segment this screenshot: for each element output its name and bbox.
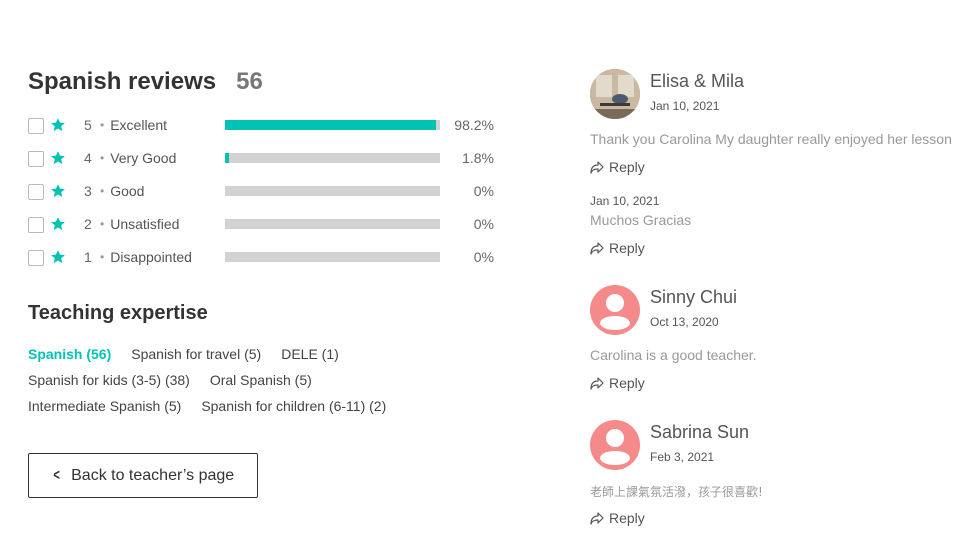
review-text: Carolina is a good teacher. — [590, 347, 757, 363]
rating-stars-value: 1 — [84, 249, 92, 265]
user-icon — [600, 429, 630, 465]
review-date: Feb 3, 2021 — [650, 450, 715, 464]
rating-bar — [225, 252, 440, 262]
user-icon — [600, 294, 630, 330]
review-text: 老師上課氣氛活潑，孩子很喜歡! — [590, 485, 763, 499]
reply-label: Reply — [609, 240, 645, 256]
rating-stars-value: 2 — [84, 216, 92, 232]
expertise-tag[interactable]: Spanish (56) — [28, 346, 111, 372]
chevron-left-icon: < — [53, 466, 60, 484]
expertise-tag[interactable]: DELE (1) — [281, 346, 339, 372]
rating-filter-checkbox[interactable] — [28, 217, 44, 233]
rating-filter-checkbox[interactable] — [28, 151, 44, 167]
rating-bar — [225, 153, 440, 163]
reply-button[interactable]: Reply — [590, 159, 645, 175]
star-icon — [51, 250, 65, 264]
rating-row: 1 • Disappointed 0% — [28, 247, 498, 267]
star-icon — [51, 217, 65, 231]
reviewer-name: Elisa & Mila — [650, 71, 745, 91]
separator-dot: • — [100, 250, 105, 264]
separator-dot: • — [100, 184, 105, 198]
avatar[interactable] — [590, 285, 640, 335]
reply-icon — [590, 377, 604, 390]
separator-dot: • — [100, 151, 105, 165]
review-date: Oct 13, 2020 — [650, 315, 719, 329]
rating-row: 5 • Excellent 98.2% — [28, 115, 498, 135]
rating-bar-fill — [225, 120, 437, 130]
separator-dot: • — [100, 217, 105, 231]
rating-bar — [225, 186, 440, 196]
rating-bar — [225, 120, 440, 130]
rating-stars-value: 3 — [84, 183, 92, 199]
rating-filter-checkbox[interactable] — [28, 118, 44, 134]
expertise-tag[interactable]: Spanish for children (6-11) (2) — [201, 398, 386, 424]
rating-filter-checkbox[interactable] — [28, 184, 44, 200]
avatar[interactable] — [590, 420, 640, 470]
reviews-count: 56 — [236, 68, 263, 95]
reply-icon — [590, 161, 604, 174]
star-icon — [51, 151, 65, 165]
reviewer-name: Sinny Chui — [650, 287, 738, 307]
expertise-tags: Spanish (56) Spanish for travel (5) DELE (… — [28, 346, 508, 424]
expertise-title: Teaching expertise — [28, 302, 208, 324]
review-list: Elisa & Mila Jan 10, 2021 Thank you Caro… — [590, 0, 960, 550]
rating-percent: 1.8% — [462, 150, 494, 166]
expertise-tag[interactable]: Spanish for kids (3-5) (38) — [28, 372, 190, 398]
rating-bar-fill — [225, 153, 229, 163]
rating-bar — [225, 219, 440, 229]
review-text: Thank you Carolina My daughter really en… — [590, 131, 952, 147]
rating-label: Unsatisfied — [110, 216, 180, 232]
expertise-tag[interactable]: Intermediate Spanish (5) — [28, 398, 181, 424]
rating-label: Good — [110, 183, 145, 199]
rating-row: 4 • Very Good 1.8% — [28, 148, 498, 168]
rating-percent: 0% — [473, 249, 494, 265]
rating-percent: 0% — [473, 183, 494, 199]
expertise-tag[interactable]: Oral Spanish (5) — [210, 372, 312, 398]
reviews-heading: Spanish reviews 56 — [28, 68, 263, 96]
back-to-teacher-button[interactable]: < Back to teacher’s page — [28, 453, 258, 498]
expertise-tag[interactable]: Spanish for travel (5) — [131, 346, 261, 372]
star-icon — [51, 184, 65, 198]
reply-label: Reply — [609, 510, 645, 526]
reviews-summary-panel: Spanish reviews 56 5 • Excellent 98.2% 4 • Ver… — [28, 0, 528, 550]
avatar[interactable] — [590, 69, 640, 119]
rating-label: Disappointed — [110, 249, 192, 265]
reply-icon — [590, 242, 604, 255]
rating-stars-value: 5 — [84, 117, 92, 133]
star-icon — [51, 118, 65, 132]
reply-icon — [590, 512, 604, 525]
rating-filter-checkbox[interactable] — [28, 250, 44, 266]
rating-row: 3 • Good 0% — [28, 181, 498, 201]
reply-label: Reply — [609, 159, 645, 175]
back-button-label: Back to teacher’s page — [71, 466, 235, 484]
reply-button[interactable]: Reply — [590, 375, 645, 391]
rating-stars-value: 4 — [84, 150, 92, 166]
review-date: Jan 10, 2021 — [650, 99, 720, 113]
reply-label: Reply — [609, 375, 645, 391]
rating-row: 2 • Unsatisfied 0% — [28, 214, 498, 234]
teacher-reply-date: Jan 10, 2021 — [590, 194, 660, 208]
rating-label: Very Good — [110, 150, 177, 166]
rating-label: Excellent — [110, 117, 168, 133]
reviews-title: Spanish reviews — [28, 68, 217, 95]
rating-percent: 98.2% — [454, 117, 494, 133]
separator-dot: • — [100, 118, 105, 132]
reply-button[interactable]: Reply — [590, 240, 645, 256]
rating-percent: 0% — [473, 216, 494, 232]
reply-button[interactable]: Reply — [590, 510, 645, 526]
reviewer-name: Sabrina Sun — [650, 422, 750, 442]
teacher-reply-text: Muchos Gracias — [590, 212, 692, 228]
